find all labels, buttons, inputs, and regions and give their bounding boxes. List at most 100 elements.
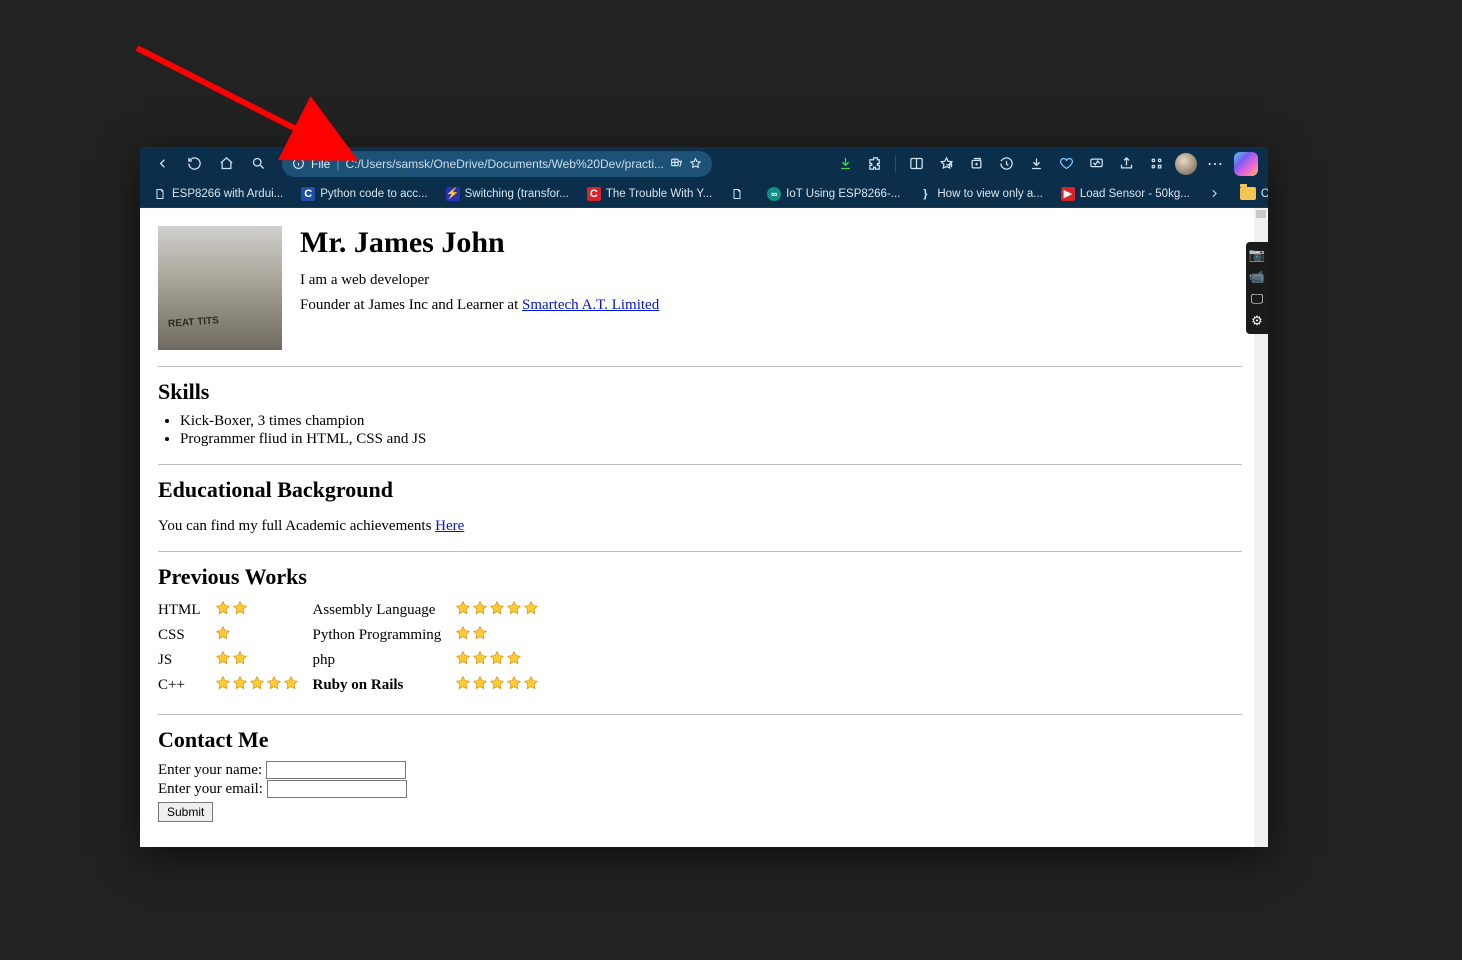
company-link[interactable]: Smartech A.T. Limited bbox=[522, 297, 659, 313]
star-icon[interactable] bbox=[689, 157, 702, 170]
bookmark-label: IoT Using ESP8266-... bbox=[786, 188, 900, 200]
share-icon[interactable] bbox=[1112, 150, 1140, 178]
favicon: C bbox=[301, 187, 315, 201]
work-stars bbox=[215, 648, 313, 673]
bookmark-item[interactable]: C The Trouble With Y... bbox=[580, 184, 719, 204]
star-icon bbox=[455, 625, 471, 641]
bookmark-item[interactable]: ▶ Load Sensor - 50kg... bbox=[1054, 184, 1197, 204]
star-icon bbox=[215, 625, 231, 641]
work-name: C++ bbox=[158, 673, 215, 698]
star-icon bbox=[489, 675, 505, 691]
bookmark-item[interactable]: ESP8266 with Ardui... bbox=[146, 184, 290, 204]
gear-icon[interactable]: ⚙ bbox=[1248, 312, 1266, 330]
bookmark-item[interactable]: C Python code to acc... bbox=[294, 184, 434, 204]
copilot-icon[interactable] bbox=[1232, 150, 1260, 178]
star-icon bbox=[523, 675, 539, 691]
star-rating bbox=[215, 600, 248, 616]
email-input[interactable] bbox=[267, 780, 407, 798]
screenshot-icon[interactable]: 📷 bbox=[1248, 246, 1266, 264]
extensions-icon[interactable] bbox=[861, 150, 889, 178]
app-icon[interactable] bbox=[1142, 150, 1170, 178]
work-name: Python Programming bbox=[313, 623, 456, 648]
bolt-icon: ⚡ bbox=[446, 187, 460, 201]
collections-icon[interactable] bbox=[962, 150, 990, 178]
search-button[interactable] bbox=[244, 150, 272, 178]
profile-avatar[interactable] bbox=[1172, 150, 1200, 178]
bookmark-label: Switching (transfor... bbox=[465, 188, 569, 200]
other-favorites[interactable]: Other favorites bbox=[1233, 184, 1268, 203]
page-content-area: 📷 📹 🖵 ⚙ Mr. James John I am a web develo… bbox=[140, 208, 1268, 847]
star-icon bbox=[455, 650, 471, 666]
reload-button[interactable] bbox=[180, 150, 208, 178]
founder-line: Founder at James Inc and Learner at Smar… bbox=[300, 297, 659, 314]
email-row: Enter your email: bbox=[158, 780, 1242, 798]
address-bar[interactable]: File | C:/Users/samsk/OneDrive/Documents… bbox=[282, 151, 712, 177]
star-icon bbox=[489, 600, 505, 616]
star-icon bbox=[523, 600, 539, 616]
bookmark-item[interactable]: } How to view only a... bbox=[911, 184, 1049, 204]
favicon: C bbox=[587, 187, 601, 201]
bookmarks-overflow-icon[interactable] bbox=[1201, 180, 1229, 208]
screen-icon[interactable]: 🖵 bbox=[1248, 290, 1266, 308]
home-button[interactable] bbox=[212, 150, 240, 178]
star-icon bbox=[455, 600, 471, 616]
bookmark-item[interactable]: ⚡ Switching (transfor... bbox=[439, 184, 576, 204]
edu-heading: Educational Background bbox=[158, 477, 1242, 503]
name-row: Enter your name: bbox=[158, 761, 1242, 779]
folder-icon bbox=[1240, 187, 1256, 200]
contact-heading: Contact Me bbox=[158, 727, 1242, 753]
heart-icon[interactable] bbox=[1052, 150, 1080, 178]
more-icon[interactable]: ⋯ bbox=[1202, 150, 1230, 178]
work-name: php bbox=[313, 648, 456, 673]
bookmark-item[interactable] bbox=[723, 184, 756, 204]
works-table: HTMLAssembly LanguageCSSPython Programmi… bbox=[158, 598, 553, 698]
star-icon bbox=[232, 675, 248, 691]
name-input[interactable] bbox=[266, 761, 406, 779]
star-icon bbox=[215, 600, 231, 616]
skill-item: Programmer fliud in HTML, CSS and JS bbox=[180, 431, 1242, 448]
download-icon[interactable] bbox=[1022, 150, 1050, 178]
history-icon[interactable] bbox=[992, 150, 1020, 178]
favorites-icon[interactable] bbox=[932, 150, 960, 178]
bookmark-item[interactable]: ∞ IoT Using ESP8266-... bbox=[760, 184, 907, 204]
browser-toolbar: File | C:/Users/samsk/OneDrive/Documents… bbox=[140, 147, 1268, 180]
brace-icon: } bbox=[918, 187, 932, 201]
work-name: HTML bbox=[158, 598, 215, 623]
back-button[interactable] bbox=[148, 150, 176, 178]
star-icon bbox=[506, 675, 522, 691]
star-rating bbox=[455, 650, 522, 666]
star-icon bbox=[215, 650, 231, 666]
table-row: C++Ruby on Rails bbox=[158, 673, 553, 698]
split-icon[interactable] bbox=[902, 150, 930, 178]
edu-link[interactable]: Here bbox=[435, 518, 464, 534]
camera-icon[interactable]: 📹 bbox=[1248, 268, 1266, 286]
performance-icon[interactable] bbox=[1082, 150, 1110, 178]
url-text: C:/Users/samsk/OneDrive/Documents/Web%20… bbox=[345, 157, 664, 171]
skill-item: Kick-Boxer, 3 times champion bbox=[180, 413, 1242, 430]
star-icon bbox=[506, 600, 522, 616]
star-rating bbox=[455, 600, 539, 616]
star-icon bbox=[472, 600, 488, 616]
name-label: Enter your name: bbox=[158, 762, 262, 778]
work-stars bbox=[215, 598, 313, 623]
star-icon bbox=[472, 650, 488, 666]
submit-button[interactable]: Submit bbox=[158, 802, 213, 822]
idm-icon[interactable] bbox=[831, 150, 859, 178]
star-icon bbox=[472, 625, 488, 641]
email-label: Enter your email: bbox=[158, 781, 263, 797]
translate-icon[interactable] bbox=[670, 157, 683, 170]
toolbar-right: ⋯ bbox=[831, 150, 1260, 178]
divider bbox=[158, 551, 1242, 552]
browser-window: File | C:/Users/samsk/OneDrive/Documents… bbox=[140, 147, 1268, 847]
bookmark-label: Load Sensor - 50kg... bbox=[1080, 188, 1190, 200]
edu-prefix: You can find my full Academic achievemen… bbox=[158, 518, 435, 534]
info-icon bbox=[292, 157, 305, 170]
bookmarks-bar: ESP8266 with Ardui... C Python code to a… bbox=[140, 180, 1268, 208]
star-rating bbox=[215, 625, 231, 641]
star-icon bbox=[232, 650, 248, 666]
star-icon bbox=[283, 675, 299, 691]
star-icon bbox=[489, 650, 505, 666]
page-title: Mr. James John bbox=[300, 226, 659, 260]
work-stars bbox=[455, 623, 553, 648]
star-rating bbox=[215, 650, 248, 666]
